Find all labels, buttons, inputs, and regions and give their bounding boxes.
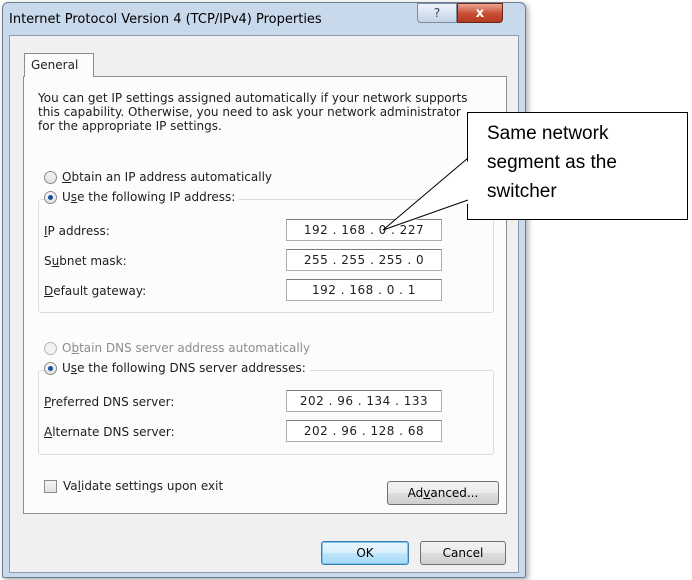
obtain-dns-auto-label: Obtain DNS server address automatically	[62, 341, 310, 355]
use-following-dns-radio[interactable]	[44, 361, 57, 375]
advanced-button[interactable]: Ad v anced...	[387, 481, 499, 505]
label-part: U	[62, 190, 71, 204]
obtain-ip-auto-label: Obtain an IP address automatically	[62, 170, 272, 184]
intro-line-2: this capability. Otherwise, you need to …	[38, 105, 461, 119]
use-following-dns-label: Use the following DNS server addresses:	[62, 361, 306, 375]
ok-button[interactable]: OK	[321, 541, 409, 565]
use-following-ip-label: Use the following IP address:	[62, 190, 235, 204]
tab-general[interactable]: General	[24, 53, 94, 77]
window-title: Internet Protocol Version 4 (TCP/IPv4) P…	[9, 12, 322, 27]
ip-address-label: IP address:	[44, 224, 110, 238]
validate-settings-label: Validate settings upon exit	[63, 479, 223, 493]
label-part: lternate DNS server:	[52, 425, 175, 439]
obtain-dns-auto-option[interactable]: Obtain DNS server address automatically	[44, 341, 315, 355]
mnemonic-p: P	[44, 395, 52, 409]
label-part: tain DNS server address automatically	[79, 341, 311, 355]
mnemonic-a: A	[44, 425, 53, 439]
label-part: efault gateway:	[53, 284, 147, 298]
ip-address-field[interactable]: 192 . 168 . 0 . 227	[286, 219, 442, 241]
intro-text: You can get IP settings assigned automat…	[38, 91, 498, 133]
validate-settings-option[interactable]: Validate settings upon exit	[44, 479, 227, 493]
label-part: e the following DNS server addresses:	[77, 361, 306, 375]
mnemonic-v: v	[423, 486, 431, 500]
label-part: Ad	[407, 486, 424, 500]
label-part: S	[44, 254, 52, 268]
label-part: P address:	[47, 224, 110, 238]
validate-settings-checkbox[interactable]	[44, 479, 57, 493]
cancel-button[interactable]: Cancel	[420, 541, 506, 565]
mnemonic-b: b	[71, 341, 80, 355]
obtain-ip-auto-radio[interactable]	[44, 170, 57, 184]
close-icon: x	[475, 5, 485, 21]
use-following-dns-option[interactable]: Use the following DNS server addresses:	[44, 361, 310, 375]
mnemonic-d: D	[44, 284, 54, 298]
label-part: referred DNS server:	[51, 395, 175, 409]
intro-line-3: for the appropriate IP settings.	[38, 119, 222, 133]
preferred-dns-field[interactable]: 202 . 96 . 134 . 133	[286, 390, 442, 412]
callout-line-1: Same network	[487, 123, 609, 144]
help-button[interactable]: ?	[417, 3, 457, 23]
dns-server-group	[38, 370, 494, 455]
general-tab-panel: You can get IP settings assigned automat…	[23, 76, 507, 514]
title-bar[interactable]: Internet Protocol Version 4 (TCP/IPv4) P…	[3, 3, 525, 35]
obtain-dns-auto-radio[interactable]	[44, 341, 57, 355]
default-gateway-label: Default gateway:	[44, 284, 146, 298]
close-button[interactable]: x	[457, 3, 503, 23]
properties-dialog: Internet Protocol Version 4 (TCP/IPv4) P…	[2, 2, 526, 578]
subnet-mask-field[interactable]: 255 . 255 . 255 . 0	[286, 249, 442, 271]
label-part: e the following IP address:	[77, 190, 236, 204]
default-gateway-field[interactable]: 192 . 168 . 0 . 1	[286, 279, 442, 301]
dialog-client-area: General You can get IP settings assigned…	[9, 35, 519, 573]
alternate-dns-field[interactable]: 202 . 96 . 128 . 68	[286, 420, 442, 442]
label-part: idate settings upon exit	[80, 479, 224, 493]
preferred-dns-label: Preferred DNS server:	[44, 395, 174, 409]
callout-line-3: switcher	[487, 181, 557, 202]
obtain-ip-auto-label-rest: btain an IP address automatically	[71, 170, 273, 184]
label-part: Va	[63, 479, 78, 493]
alternate-dns-label: Alternate DNS server:	[44, 425, 175, 439]
label-part: anced...	[430, 486, 479, 500]
subnet-mask-label: Subnet mask:	[44, 254, 127, 268]
help-icon: ?	[433, 6, 441, 20]
obtain-ip-auto-option[interactable]: Obtain an IP address automatically	[44, 170, 277, 184]
callout-line-2: segment as the	[487, 152, 617, 173]
use-following-ip-option[interactable]: Use the following IP address:	[44, 190, 240, 204]
label-part: bnet mask:	[59, 254, 127, 268]
use-following-ip-radio[interactable]	[44, 190, 57, 204]
intro-line-1: You can get IP settings assigned automat…	[38, 91, 468, 105]
label-part: U	[62, 361, 71, 375]
annotation-callout: Same network segment as the switcher	[467, 112, 688, 220]
